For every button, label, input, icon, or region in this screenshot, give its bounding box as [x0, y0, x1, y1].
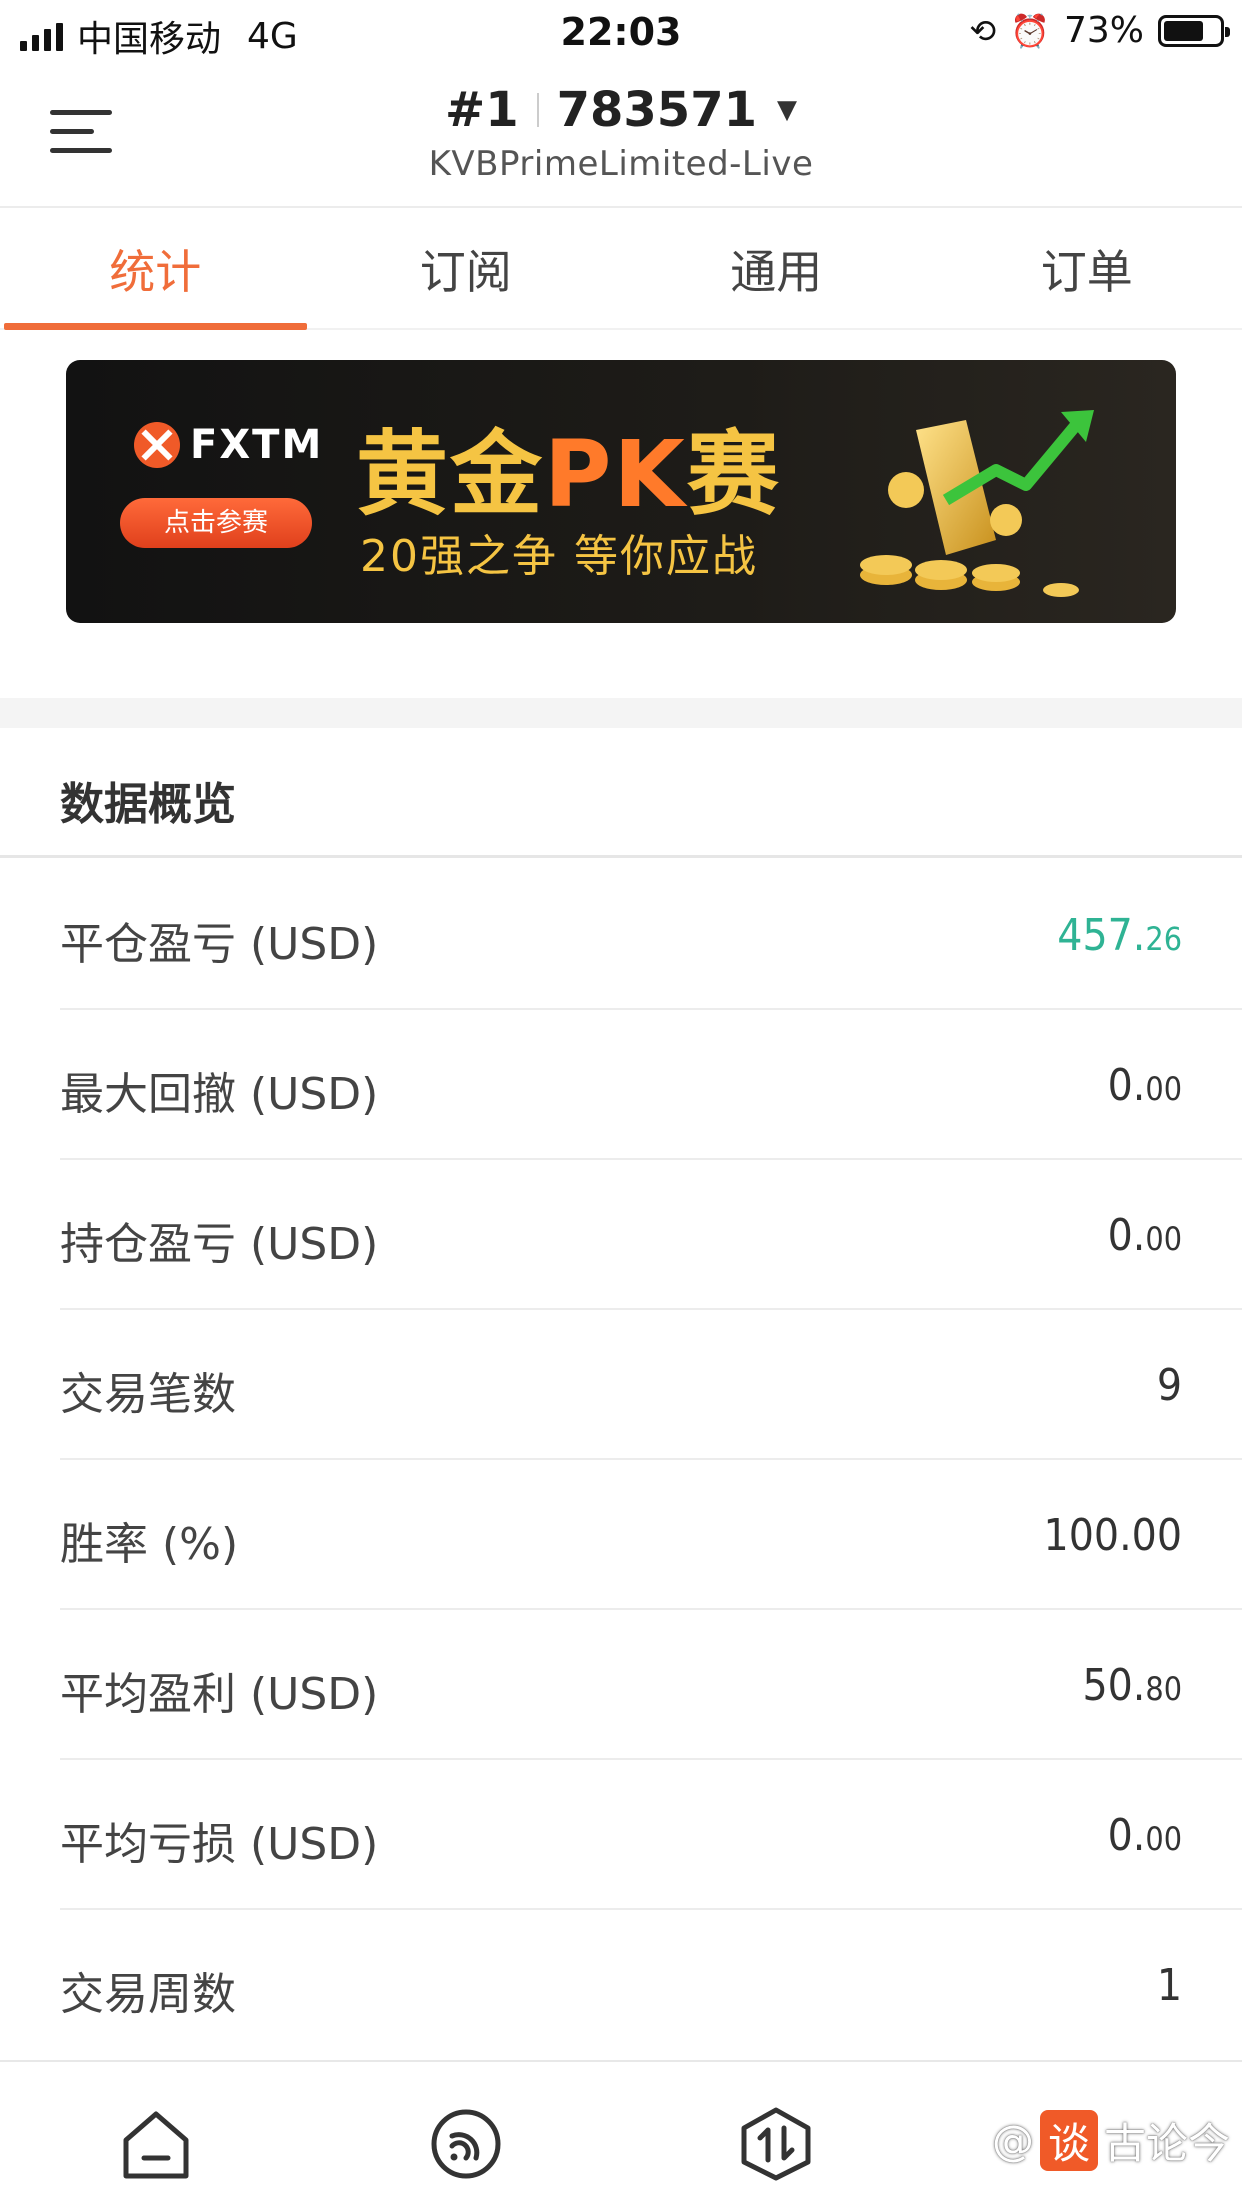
- stat-value-dec: 80: [1145, 1670, 1182, 1708]
- tab-general[interactable]: 通用: [621, 210, 932, 328]
- stat-value: 0.00: [1108, 1060, 1182, 1111]
- stat-row: 交易周数 1: [60, 1910, 1242, 2060]
- stat-value: 0.00: [1108, 1810, 1182, 1861]
- status-bar: 中国移动 4G 22:03 ⟲ ⏰ 73%: [0, 0, 1242, 62]
- promo-banner[interactable]: FXTM 点击参赛 黄金PK赛 20强之争 等你应战: [66, 360, 1176, 623]
- stat-row: 最大回撤 (USD) 0.00: [60, 1010, 1242, 1160]
- tab-orders[interactable]: 订单: [932, 210, 1242, 328]
- stat-value-int: 0.: [1107, 1810, 1146, 1861]
- fxtm-mark-icon: [134, 422, 180, 468]
- trade-icon[interactable]: [738, 2106, 814, 2182]
- battery-level: [1164, 20, 1204, 41]
- stat-row: 平均盈利 (USD) 50.80: [60, 1610, 1242, 1760]
- stat-value-dec: 00: [1145, 1820, 1182, 1858]
- stat-value: 9: [1157, 1360, 1182, 1411]
- rotation-lock-icon: ⟲: [969, 11, 997, 50]
- stat-row: 胜率 (%) 100.00: [60, 1460, 1242, 1610]
- overview-header: 数据概览: [0, 728, 1242, 858]
- account-server: KVBPrimeLimited-Live: [428, 144, 814, 184]
- stat-value-int: 1: [1156, 1960, 1182, 2011]
- stat-value-int: 50.: [1082, 1660, 1146, 1711]
- stat-value-int: 9: [1156, 1360, 1182, 1411]
- stat-value-dec: 00: [1145, 1220, 1182, 1258]
- home-icon[interactable]: [118, 2106, 194, 2182]
- stat-label: 最大回撤 (USD): [60, 1069, 379, 1120]
- account-number: 783571: [556, 82, 757, 138]
- stat-value-int: 100.00: [1043, 1510, 1182, 1561]
- stat-value: 1: [1157, 1960, 1182, 2011]
- watermark-badge: 谈: [1039, 2110, 1098, 2171]
- stat-value-int: 457.: [1057, 910, 1146, 961]
- app-header: #1 783571 ▼ KVBPrimeLimited-Live: [0, 62, 1242, 208]
- banner-title-b: 赛: [686, 421, 781, 528]
- stat-label: 胜率 (%): [60, 1519, 239, 1570]
- fxtm-logo: FXTM: [134, 422, 323, 468]
- caret-down-icon[interactable]: ▼: [777, 95, 797, 125]
- account-separator: [536, 93, 539, 127]
- stat-value: 50.80: [1082, 1660, 1182, 1711]
- join-contest-button[interactable]: 点击参赛: [120, 498, 312, 548]
- stat-label: 持仓盈亏 (USD): [60, 1219, 379, 1270]
- banner-title-a: 黄金: [356, 421, 545, 528]
- status-right: ⟲ ⏰ 73%: [969, 10, 1230, 51]
- signal-icon[interactable]: [428, 2106, 504, 2182]
- tab-statistics[interactable]: 统计: [0, 210, 311, 330]
- stat-label: 平均盈利 (USD): [60, 1669, 379, 1720]
- battery-percent: 73%: [1063, 10, 1144, 51]
- stat-label: 平均亏损 (USD): [60, 1819, 379, 1870]
- battery-icon: [1158, 14, 1230, 47]
- stat-row: 持仓盈亏 (USD) 0.00: [60, 1160, 1242, 1310]
- banner-title: 黄金PK赛: [356, 400, 781, 533]
- stat-value-dec: 00: [1145, 1070, 1182, 1108]
- alarm-icon: ⏰: [1010, 11, 1050, 50]
- stat-label: 交易笔数: [60, 1369, 236, 1420]
- stat-value-int: 0.: [1107, 1060, 1146, 1111]
- overview-title: 数据概览: [60, 779, 236, 830]
- stat-row: 交易笔数 9: [60, 1310, 1242, 1460]
- bottom-navigation: @ 谈古论今: [0, 2060, 1242, 2208]
- tab-subscribe[interactable]: 订阅: [311, 210, 622, 328]
- stat-value: 100.00: [1044, 1510, 1182, 1561]
- watermark: @ 谈古论今: [992, 2110, 1230, 2171]
- banner-title-pk: PK: [544, 421, 687, 528]
- watermark-prefix: @: [991, 2116, 1034, 2165]
- stat-value-int: 0.: [1107, 1210, 1146, 1261]
- section-divider: [0, 698, 1242, 728]
- stat-row: 平均亏损 (USD) 0.00: [60, 1760, 1242, 1910]
- stat-value: 0.00: [1108, 1210, 1182, 1261]
- stat-value-dec: 26: [1145, 920, 1182, 958]
- overview-list: 平仓盈亏 (USD) 457.26 最大回撤 (USD) 0.00 持仓盈亏 (…: [0, 860, 1242, 2060]
- stat-row: 平仓盈亏 (USD) 457.26: [60, 860, 1242, 1010]
- fxtm-brand: FXTM: [190, 422, 324, 468]
- watermark-text: 古论今: [1103, 2119, 1230, 2168]
- stat-label: 平仓盈亏 (USD): [60, 919, 379, 970]
- tab-bar: 统计 订阅 通用 订单: [0, 210, 1242, 330]
- account-prefix: #1: [444, 82, 519, 138]
- stat-label: 交易周数: [60, 1969, 236, 2020]
- gold-coins-illustration: [860, 410, 1094, 597]
- stat-value: 457.26: [1057, 910, 1182, 961]
- banner-subtitle: 20强之争 等你应战: [360, 531, 758, 582]
- account-selector[interactable]: #1 783571 ▼ KVBPrimeLimited-Live: [0, 82, 1242, 184]
